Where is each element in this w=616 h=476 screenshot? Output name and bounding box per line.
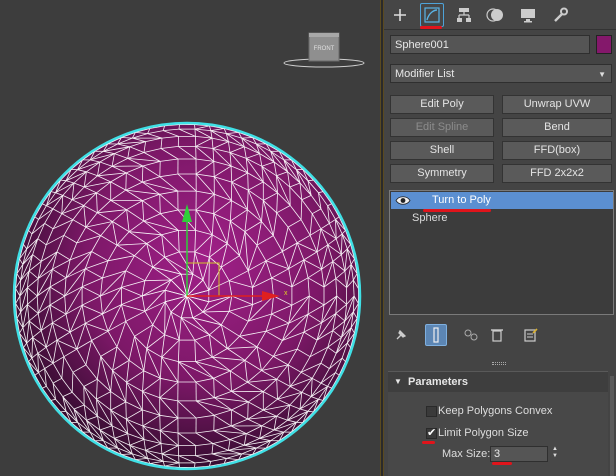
collapse-triangle-icon: ▼ — [394, 377, 402, 386]
modify-icon — [424, 7, 440, 23]
rollout-resize-grip[interactable] — [492, 362, 506, 365]
rollout-title: Parameters — [408, 376, 468, 388]
viewcube[interactable]: FRONT — [283, 32, 365, 68]
chevron-down-icon: ▼ — [598, 70, 606, 79]
motion-icon — [486, 8, 503, 22]
stack-toolbar — [390, 324, 612, 346]
limit-polygon-size-label: Limit Polygon Size — [438, 427, 529, 439]
make-unique-icon — [464, 329, 478, 341]
motion-tab[interactable] — [484, 3, 508, 27]
stack-item-sphere[interactable]: Sphere — [391, 210, 613, 227]
configure-modifier-sets-button[interactable] — [520, 324, 542, 346]
stack-item-label: Sphere — [412, 212, 448, 224]
keep-polygons-convex-label: Keep Polygons Convex — [438, 405, 553, 417]
spinner-arrows[interactable]: ▲ ▼ — [550, 446, 560, 462]
pin-stack-icon — [396, 329, 407, 340]
unwrap-uvw-button[interactable]: Unwrap UVW — [502, 95, 612, 114]
hierarchy-tab[interactable] — [452, 3, 476, 27]
bend-button[interactable]: Bend — [502, 118, 612, 137]
object-name-field[interactable]: Sphere001 — [390, 35, 590, 54]
utilities-tab[interactable] — [548, 3, 572, 27]
command-panel: Sphere001 Modifier List ▼ Edit Poly Unwr… — [384, 0, 616, 476]
keep-polygons-convex-checkbox[interactable] — [426, 406, 437, 417]
active-tab-underline — [420, 26, 442, 29]
remove-modifier-icon — [491, 329, 503, 342]
viewport-canvas[interactable]: FRONT x — [0, 0, 380, 476]
modify-tab[interactable] — [420, 3, 444, 27]
limit-polygon-size-checkbox[interactable]: ✔ — [426, 427, 437, 439]
edit-poly-button[interactable]: Edit Poly — [390, 95, 494, 114]
show-end-result-button[interactable] — [425, 324, 447, 346]
parameters-rollout-header[interactable]: ▼ Parameters — [388, 372, 608, 392]
panel-scrollbar[interactable] — [610, 376, 614, 476]
spinner-up-icon[interactable]: ▲ — [550, 446, 560, 453]
perspective-viewport[interactable]: FRONT x — [0, 0, 380, 476]
symmetry-button[interactable]: Symmetry — [390, 164, 494, 183]
display-tab[interactable] — [516, 3, 540, 27]
ffd-box-button[interactable]: FFD(box) — [502, 141, 612, 160]
eye-icon[interactable] — [395, 193, 411, 208]
svg-text:x: x — [284, 290, 288, 297]
utilities-wrench-icon — [554, 7, 568, 22]
display-icon — [521, 9, 535, 23]
remove-modifier-button[interactable] — [486, 324, 508, 346]
command-panel-tabs — [384, 0, 616, 30]
plus-icon — [394, 9, 406, 21]
ffd-2x2x2-button[interactable]: FFD 2x2x2 — [502, 164, 612, 183]
make-unique-button[interactable] — [460, 324, 482, 346]
create-tab[interactable] — [388, 3, 412, 27]
max-size-spinner[interactable]: 3 — [490, 446, 548, 462]
modifier-stack[interactable]: Turn to Poly Sphere — [389, 190, 614, 315]
checkmark-icon: ✔ — [427, 427, 437, 439]
modifier-list-label: Modifier List — [395, 68, 455, 80]
shell-button[interactable]: Shell — [390, 141, 494, 160]
max-size-label: Max Size: — [442, 448, 491, 460]
stack-item-turn-to-poly[interactable]: Turn to Poly — [391, 192, 613, 209]
show-end-result-icon — [433, 327, 439, 343]
modifier-list-dropdown[interactable]: Modifier List ▼ — [390, 64, 612, 83]
checkbox-annotation-underline — [422, 441, 435, 444]
configure-modifier-sets-icon — [524, 328, 538, 342]
edit-spline-button[interactable]: Edit Spline — [390, 118, 494, 137]
stack-item-label: Turn to Poly — [432, 194, 491, 206]
pin-stack-button[interactable] — [390, 324, 412, 346]
object-color-swatch[interactable] — [596, 35, 612, 54]
spinner-annotation-underline — [492, 462, 512, 465]
viewcube-front-label: FRONT — [314, 46, 335, 52]
hierarchy-icon — [457, 8, 471, 22]
spinner-down-icon[interactable]: ▼ — [550, 453, 560, 460]
